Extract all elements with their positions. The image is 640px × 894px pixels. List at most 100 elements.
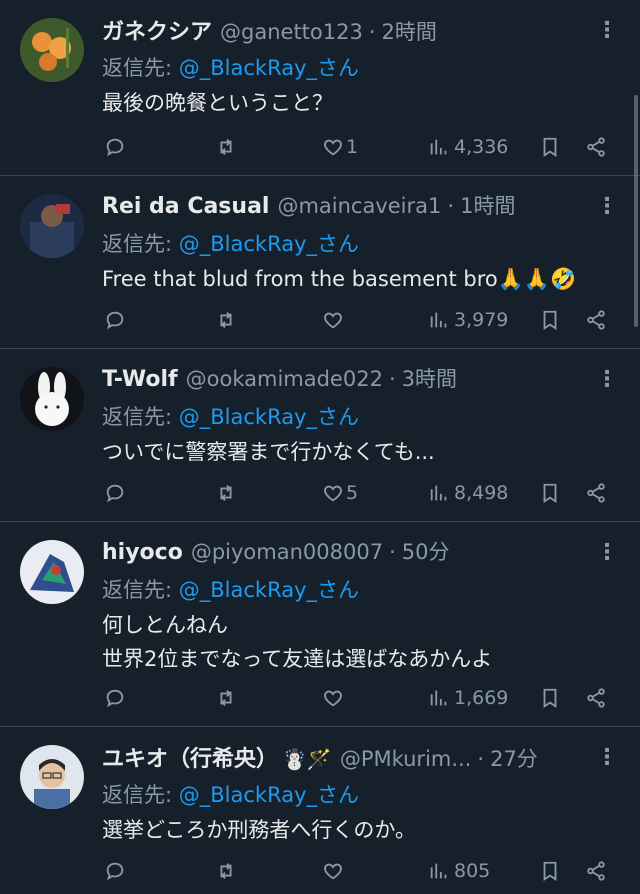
view-count: 805 <box>454 860 491 882</box>
bookmark-button[interactable] <box>539 687 561 709</box>
separator-dot: · <box>389 540 396 564</box>
reply-context: 返信先: @_BlackRay_さん <box>102 52 600 84</box>
more-icon[interactable]: ⋮ <box>596 747 618 769</box>
like-button[interactable]: 5 <box>322 482 358 504</box>
retweet-button[interactable] <box>215 687 237 709</box>
reply-mention[interactable]: @_BlackRay_さん <box>179 56 359 80</box>
avatar[interactable] <box>20 367 84 431</box>
bookmark-button[interactable] <box>539 309 561 331</box>
views-icon <box>430 863 447 879</box>
avatar[interactable] <box>20 745 84 809</box>
avatar[interactable] <box>20 540 84 604</box>
timestamp[interactable]: 1時間 <box>460 190 515 220</box>
reply-mention[interactable]: @_BlackRay_さん <box>179 232 359 256</box>
timestamp[interactable]: 3時間 <box>402 363 457 393</box>
reply-mention[interactable]: @_BlackRay_さん <box>179 578 359 602</box>
timestamp[interactable]: 27分 <box>490 743 538 773</box>
reply-mention[interactable]: @_BlackRay_さん <box>179 783 359 807</box>
user-handle[interactable]: @maincaveira1 <box>277 194 441 218</box>
reply-icon <box>106 689 124 708</box>
more-icon[interactable]: ⋮ <box>596 369 618 391</box>
separator-dot: · <box>477 747 485 771</box>
tweet-text: 選挙どころか刑務者へ行くのか。 <box>102 813 600 847</box>
reply-mention[interactable]: @_BlackRay_さん <box>179 405 359 429</box>
tweet-text: ついでに警察署まで行かなくても... <box>102 435 600 469</box>
reply-button[interactable] <box>104 860 126 882</box>
user-handle[interactable]: @piyoman008007 <box>191 540 383 564</box>
share-button[interactable] <box>585 482 607 504</box>
views-button[interactable]: 1,669 <box>428 687 508 709</box>
bookmark-button[interactable] <box>539 136 561 158</box>
timestamp[interactable]: 2時間 <box>382 16 437 46</box>
like-button[interactable] <box>322 860 346 882</box>
share-button[interactable] <box>585 136 607 158</box>
view-count: 4,336 <box>454 136 509 158</box>
user-handle[interactable]: @PMkurim... <box>340 747 472 771</box>
share-icon <box>587 861 605 881</box>
reply-icon <box>106 138 124 157</box>
user-handle[interactable]: @ganetto123 <box>220 20 363 44</box>
like-count: 1 <box>346 136 359 158</box>
retweet-button[interactable] <box>215 136 237 158</box>
user-handle[interactable]: @ookamimade022 <box>186 367 383 391</box>
more-icon[interactable]: ⋮ <box>596 20 618 42</box>
bookmark-icon <box>543 688 557 708</box>
retweet-icon <box>220 690 232 706</box>
tweet[interactable]: hiyoco @piyoman008007 · 50分 返信先: @_Black… <box>0 522 640 727</box>
display-name[interactable]: ユキオ（行希央） <box>102 741 278 773</box>
display-name[interactable]: T-Wolf <box>102 367 178 392</box>
reply-prefix: 返信先: <box>102 578 173 602</box>
timestamp[interactable]: 50分 <box>402 536 450 566</box>
display-name[interactable]: hiyoco <box>102 540 183 565</box>
reply-button[interactable] <box>104 309 126 331</box>
views-icon <box>430 312 447 328</box>
share-icon <box>587 688 605 708</box>
tweet[interactable]: ガネクシア @ganetto123 · 2時間 返信先: @_BlackRay_… <box>0 0 640 176</box>
tweet-text-line: 何しとんねん <box>102 613 228 637</box>
more-icon[interactable]: ⋮ <box>596 196 618 218</box>
avatar[interactable] <box>20 18 84 82</box>
views-button[interactable]: 805 <box>428 860 490 882</box>
reply-button[interactable] <box>104 136 126 158</box>
separator-dot: · <box>368 20 376 44</box>
separator-dot: · <box>388 367 396 391</box>
heart-icon <box>324 312 342 329</box>
tweet-text: Free that blud from the basement bro🙏🙏🤣 <box>102 262 600 296</box>
reply-button[interactable] <box>104 687 126 709</box>
retweet-button[interactable] <box>215 860 237 882</box>
share-button[interactable] <box>585 309 607 331</box>
more-icon[interactable]: ⋮ <box>596 542 618 564</box>
retweet-button[interactable] <box>215 482 237 504</box>
tweet-text-line: Free that blud from the basement bro🙏🙏🤣 <box>102 267 577 291</box>
like-button[interactable]: 1 <box>322 136 358 158</box>
retweet-button[interactable] <box>215 309 237 331</box>
views-button[interactable]: 8,498 <box>428 482 508 504</box>
heart-icon <box>324 690 342 707</box>
reply-button[interactable] <box>104 482 126 504</box>
heart-icon <box>324 863 342 880</box>
tweet[interactable]: ユキオ（行希央） ☃️🪄 @PMkurim... · 27分 返信先: @_Bl… <box>0 727 640 894</box>
share-button[interactable] <box>585 687 607 709</box>
like-button[interactable] <box>322 309 346 331</box>
scrollbar[interactable] <box>634 95 638 327</box>
display-name[interactable]: Rei da Casual <box>102 194 269 219</box>
share-button[interactable] <box>585 860 607 882</box>
tweet-text-line: ついでに警察署まで行かなくても... <box>102 440 435 464</box>
tweet[interactable]: T-Wolf @ookamimade022 · 3時間 返信先: @_Black… <box>0 349 640 522</box>
tweet[interactable]: Rei da Casual @maincaveira1 · 1時間 返信先: @… <box>0 176 640 349</box>
avatar[interactable] <box>20 194 84 258</box>
reply-icon <box>106 311 124 330</box>
retweet-icon <box>220 139 232 155</box>
display-name[interactable]: ガネクシア <box>102 14 212 46</box>
name-emoji: ☃️🪄 <box>282 747 332 771</box>
reply-context: 返信先: @_BlackRay_さん <box>102 228 600 260</box>
bookmark-button[interactable] <box>539 482 561 504</box>
bookmark-icon <box>543 310 557 330</box>
views-icon <box>430 139 447 155</box>
views-button[interactable]: 3,979 <box>428 309 508 331</box>
retweet-icon <box>220 485 232 501</box>
like-button[interactable] <box>322 687 346 709</box>
views-button[interactable]: 4,336 <box>428 136 508 158</box>
like-count: 5 <box>346 482 359 504</box>
bookmark-button[interactable] <box>539 860 561 882</box>
